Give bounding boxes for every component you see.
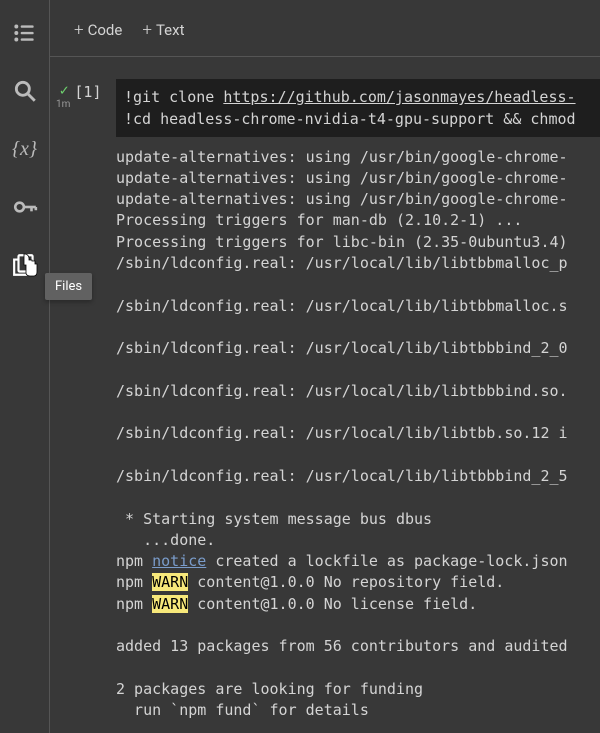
key-icon[interactable]: [12, 194, 38, 220]
output-line: [116, 658, 600, 679]
toc-icon[interactable]: [12, 20, 38, 46]
output-line: [116, 445, 600, 466]
output-line: [116, 487, 600, 508]
output-line: Processing triggers for libc-bin (2.35-0…: [116, 232, 600, 253]
output-line: Processing triggers for man-db (2.10.2-1…: [116, 210, 600, 231]
output-line: [116, 359, 600, 380]
output-line: /sbin/ldconfig.real: /usr/local/lib/libt…: [116, 296, 600, 317]
output-line: npm WARN content@1.0.0 No license field.: [116, 594, 600, 615]
output-line: [116, 317, 600, 338]
main-area: + Code + Text ✓ 1m [1] !git clone https:…: [50, 0, 600, 733]
files-icon[interactable]: [12, 252, 38, 278]
output-line: update-alternatives: using /usr/bin/goog…: [116, 189, 600, 210]
notebook-toolbar: + Code + Text: [50, 0, 600, 57]
output-line: [116, 274, 600, 295]
variables-icon[interactable]: {x}: [12, 136, 38, 162]
output-line: added 13 packages from 56 contributors a…: [116, 636, 600, 657]
output-line: /sbin/ldconfig.real: /usr/local/lib/libt…: [116, 253, 600, 274]
output-line: npm notice created a lockfile as package…: [116, 551, 600, 572]
add-code-label: Code: [88, 21, 123, 39]
code-editor[interactable]: !git clone https://github.com/jasonmayes…: [116, 79, 600, 137]
code-cell[interactable]: ✓ 1m [1] !git clone https://github.com/j…: [50, 57, 600, 722]
output-line: update-alternatives: using /usr/bin/goog…: [116, 168, 600, 189]
output-line: /sbin/ldconfig.real: /usr/local/lib/libt…: [116, 423, 600, 444]
cell-output: update-alternatives: using /usr/bin/goog…: [116, 137, 600, 722]
output-line: /sbin/ldconfig.real: /usr/local/lib/libt…: [116, 381, 600, 402]
exec-duration: 1m: [56, 99, 70, 110]
output-line: [116, 402, 600, 423]
output-line: npm WARN content@1.0.0 No repository fie…: [116, 572, 600, 593]
left-sidebar: {x}: [0, 0, 50, 733]
notebook-content: ✓ 1m [1] !git clone https://github.com/j…: [50, 57, 600, 733]
output-line: [116, 615, 600, 636]
output-line: run `npm fund` for details: [116, 700, 600, 721]
output-line: * Starting system message bus dbus: [116, 509, 600, 530]
cell-gutter: ✓ 1m [1]: [56, 79, 116, 722]
add-text-label: Text: [156, 21, 185, 39]
search-icon[interactable]: [12, 78, 38, 104]
add-text-button[interactable]: + Text: [134, 16, 192, 44]
output-line: /sbin/ldconfig.real: /usr/local/lib/libt…: [116, 338, 600, 359]
output-line: ...done.: [116, 530, 600, 551]
cell-body: !git clone https://github.com/jasonmayes…: [116, 79, 600, 722]
output-line: 2 packages are looking for funding: [116, 679, 600, 700]
output-line: update-alternatives: using /usr/bin/goog…: [116, 147, 600, 168]
cell-index: [1]: [74, 83, 101, 101]
add-code-button[interactable]: + Code: [66, 16, 130, 44]
files-tooltip: Files: [45, 273, 92, 300]
output-line: /sbin/ldconfig.real: /usr/local/lib/libt…: [116, 466, 600, 487]
check-icon: ✓: [60, 81, 69, 99]
